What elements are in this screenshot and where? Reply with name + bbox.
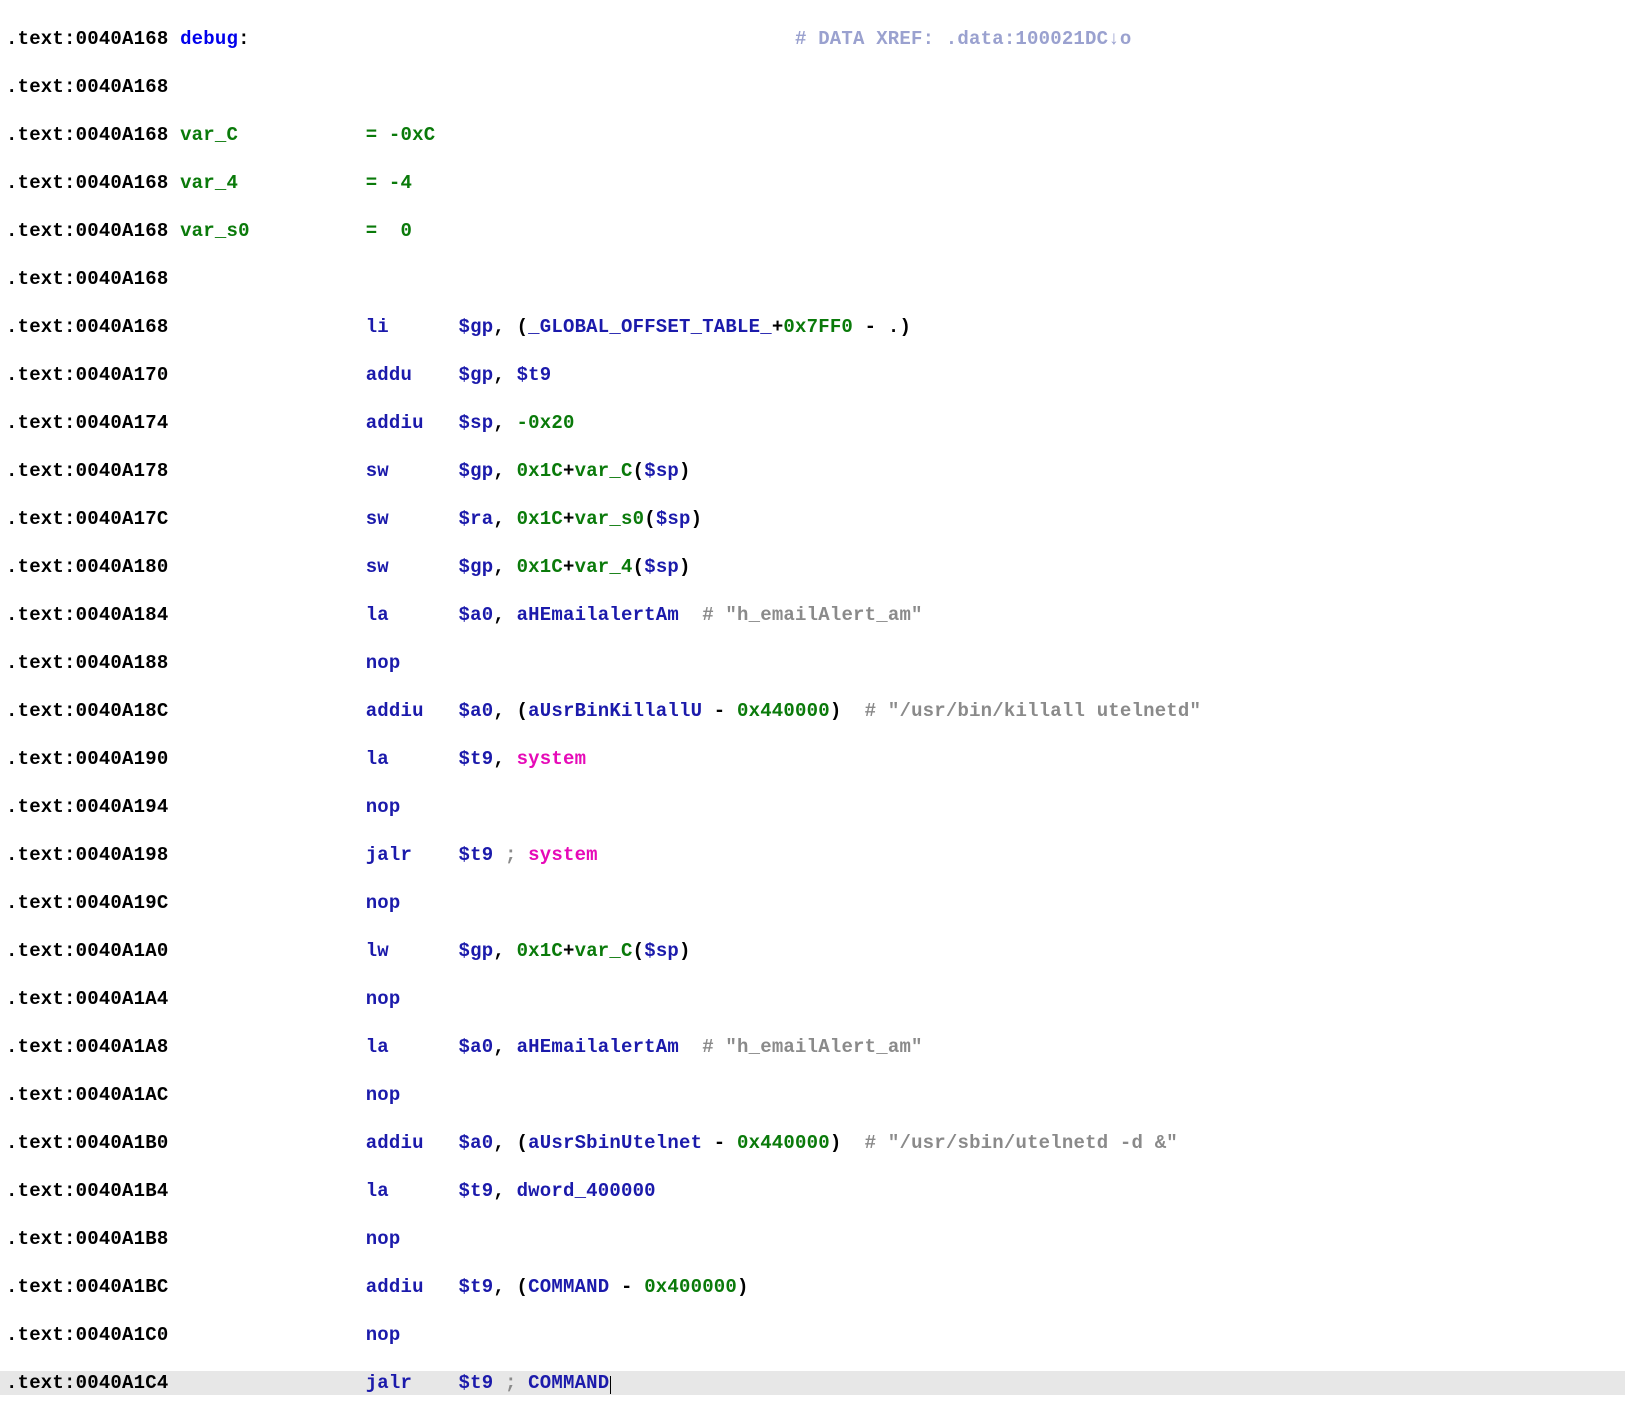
asm-line[interactable]: .text:0040A19C nop	[0, 891, 1625, 915]
symbol[interactable]: COMMAND	[528, 1276, 609, 1298]
asm-line[interactable]: .text:0040A168 var_4 = -4	[0, 171, 1625, 195]
symbol[interactable]: COMMAND	[528, 1372, 609, 1394]
symbol-function[interactable]: system	[528, 844, 598, 866]
asm-line[interactable]: .text:0040A168	[0, 267, 1625, 291]
asm-line-selected[interactable]: .text:0040A1C4 jalr $t9 ; COMMAND	[0, 1371, 1625, 1395]
asm-line[interactable]: .text:0040A194 nop	[0, 795, 1625, 819]
asm-line[interactable]: .text:0040A1B0 addiu $a0, (aUsrSbinUteln…	[0, 1131, 1625, 1155]
symbol[interactable]: aHEmailalertAm	[517, 1036, 679, 1058]
asm-line[interactable]: .text:0040A1A4 nop	[0, 987, 1625, 1011]
addr-prefix: .text:	[6, 28, 76, 50]
asm-line[interactable]: .text:0040A1B8 nop	[0, 1227, 1625, 1251]
symbol[interactable]: aUsrSbinUtelnet	[528, 1132, 702, 1154]
disassembly-listing[interactable]: .text:0040A168 debug: # DATA XREF: .data…	[0, 0, 1625, 1419]
asm-line[interactable]: .text:0040A168 var_C = -0xC	[0, 123, 1625, 147]
asm-line[interactable]: .text:0040A1AC nop	[0, 1083, 1625, 1107]
text-caret	[610, 1376, 611, 1394]
symbol[interactable]: aUsrBinKillallU	[528, 700, 702, 722]
symbol[interactable]: dword_400000	[517, 1180, 656, 1202]
symbol[interactable]: aHEmailalertAm	[517, 604, 679, 626]
asm-line[interactable]: .text:0040A178 sw $gp, 0x1C+var_C($sp)	[0, 459, 1625, 483]
asm-line[interactable]: .text:0040A168 var_s0 = 0	[0, 219, 1625, 243]
symbol[interactable]: _GLOBAL_OFFSET_TABLE_	[528, 316, 772, 338]
mnemonic: li	[366, 316, 389, 338]
asm-line[interactable]: .text:0040A168 debug: # DATA XREF: .data…	[0, 27, 1625, 51]
comment: # "h_emailAlert_am"	[702, 1036, 922, 1058]
asm-line[interactable]: .text:0040A17C sw $ra, 0x1C+var_s0($sp)	[0, 507, 1625, 531]
asm-line[interactable]: .text:0040A168	[0, 75, 1625, 99]
asm-line[interactable]: .text:0040A184 la $a0, aHEmailalertAm # …	[0, 603, 1625, 627]
asm-line[interactable]: .text:0040A190 la $t9, system	[0, 747, 1625, 771]
register: $gp	[459, 316, 494, 338]
asm-line[interactable]: .text:0040A1BC addiu $t9, (COMMAND - 0x4…	[0, 1275, 1625, 1299]
addr: 0040A168	[76, 28, 169, 50]
function-label[interactable]: debug	[180, 28, 238, 50]
asm-line[interactable]: .text:0040A180 sw $gp, 0x1C+var_4($sp)	[0, 555, 1625, 579]
xref-comment: # DATA XREF: .data:100021DC↓o	[795, 28, 1131, 50]
asm-line[interactable]: .text:0040A1B4 la $t9, dword_400000	[0, 1179, 1625, 1203]
asm-line[interactable]: .text:0040A18C addiu $a0, (aUsrBinKillal…	[0, 699, 1625, 723]
symbol-function[interactable]: system	[517, 748, 587, 770]
asm-line[interactable]: .text:0040A1A0 lw $gp, 0x1C+var_C($sp)	[0, 939, 1625, 963]
stack-var[interactable]: var_s0	[180, 220, 250, 242]
stack-var[interactable]: var_4	[180, 172, 238, 194]
asm-line[interactable]: .text:0040A170 addu $gp, $t9	[0, 363, 1625, 387]
stack-var[interactable]: var_C	[180, 124, 238, 146]
comment: # "/usr/bin/killall utelnetd"	[865, 700, 1201, 722]
asm-line[interactable]: .text:0040A174 addiu $sp, -0x20	[0, 411, 1625, 435]
asm-line[interactable]: .text:0040A198 jalr $t9 ; system	[0, 843, 1625, 867]
asm-line[interactable]: .text:0040A188 nop	[0, 651, 1625, 675]
asm-line[interactable]: .text:0040A1A8 la $a0, aHEmailalertAm # …	[0, 1035, 1625, 1059]
asm-line[interactable]: .text:0040A1C0 nop	[0, 1323, 1625, 1347]
comment: # "/usr/sbin/utelnetd -d &"	[865, 1132, 1178, 1154]
asm-line[interactable]: .text:0040A168 li $gp, (_GLOBAL_OFFSET_T…	[0, 315, 1625, 339]
comment: # "h_emailAlert_am"	[702, 604, 922, 626]
